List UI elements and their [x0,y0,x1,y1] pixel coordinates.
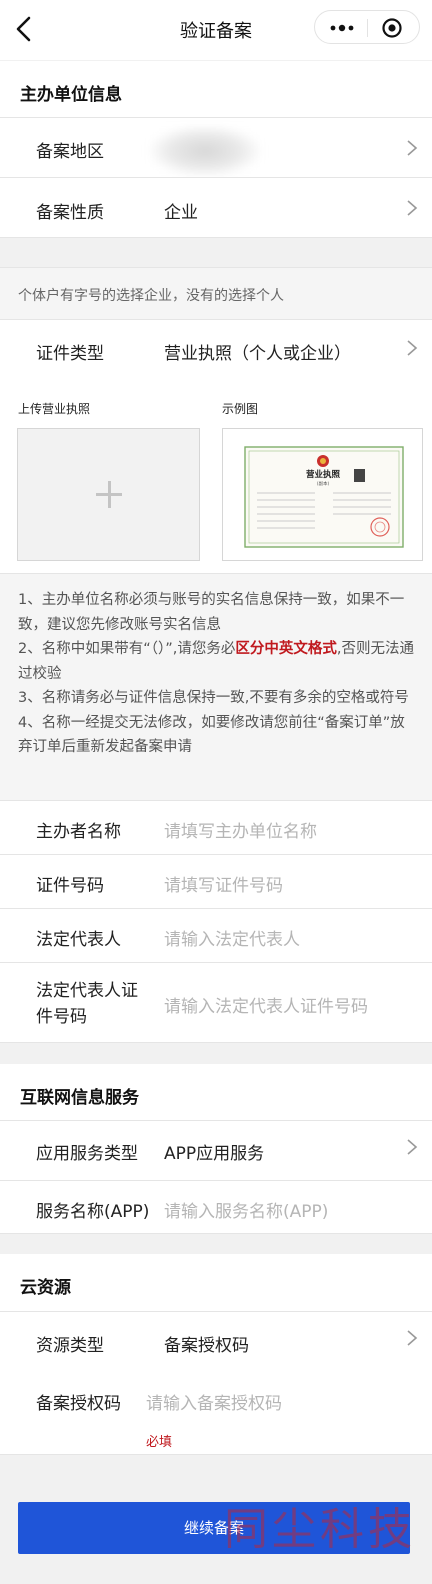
note-2: 2、名称中如果带有“（）”,请您务必区分中英文格式,否则无法通过校验 [18,641,414,682]
nav-bar: 验证备案 [0,0,432,60]
owner-name-label: 主办者名称 [36,822,121,842]
service-name-label: 服务名称(APP) [36,1202,150,1222]
note-1: 1、主办单位名称必须与账号的实名信息保持一致，如果不一致，建议您先修改账号实名信… [18,592,405,633]
cert-number-input[interactable]: 请填写证件号码 [164,871,283,896]
note-4: 4、名称一经提交无法修改，如要修改请您前往“备案订单”放弃订单后重新发起备案申请 [18,714,405,756]
upload-section: 上传营业执照 示例图 营业执照 (副本) [0,380,432,573]
close-miniprogram-icon[interactable] [381,17,403,39]
sample-license-title: 营业执照 [306,469,341,480]
cert-number-row[interactable]: 证件号码 请填写证件号码 [0,854,432,908]
owner-name-row[interactable]: 主办者名称 请填写主办单位名称 [0,800,432,854]
resource-type-label: 资源类型 [36,1336,104,1356]
mini-program-capsule [314,10,420,44]
resource-type-row[interactable]: 资源类型 备案授权码 [0,1311,432,1372]
note-3: 3、名称请务必与证件信息保持一致,不要有多余的空格或符号 [18,690,409,706]
chevron-right-icon [407,340,418,356]
legal-rep-input[interactable]: 请输入法定代表人 [164,925,300,950]
auth-code-row[interactable]: 备案授权码 请输入备案授权码 必填 [0,1372,432,1455]
service-type-row[interactable]: 应用服务类型 APP应用服务 [0,1120,432,1180]
upload-caption: 上传营业执照 [18,402,91,416]
upload-license-box[interactable] [17,428,200,561]
note-2-highlight: 区分中英文格式 [235,641,337,657]
chevron-right-icon [407,1330,418,1346]
blurred-region-value [150,126,260,176]
chevron-right-icon [407,200,418,216]
service-type-label: 应用服务类型 [36,1144,138,1164]
naming-notes: 1、主办单位名称必须与账号的实名信息保持一致，如果不一致，建议您先修改账号实名信… [0,573,432,800]
chevron-right-icon [407,140,418,156]
region-row[interactable]: 备案地区 [0,117,432,177]
cert-number-label: 证件号码 [36,876,104,896]
cloud-section-heading: 云资源 [0,1254,432,1311]
chevron-right-icon [407,1139,418,1155]
nature-value: 企业 [164,203,198,223]
sample-license-image: 营业执照 (副本) [222,428,423,561]
required-tip: 必填 [146,1435,173,1450]
cert-type-label: 证件类型 [36,344,104,364]
legal-rep-id-input[interactable]: 请输入法定代表人证件号码 [164,992,368,1017]
watermark: 同尘科技 [224,1504,416,1555]
service-name-row[interactable]: 服务名称(APP) 请输入服务名称(APP) [0,1180,432,1234]
legal-rep-row[interactable]: 法定代表人 请输入法定代表人 [0,908,432,962]
internet-section-heading: 互联网信息服务 [0,1064,432,1120]
entity-hint: 个体户有字号的选择企业，没有的选择个人 [0,267,432,319]
sample-license-sub: (副本) [317,480,330,487]
owner-name-input[interactable]: 请填写主办单位名称 [164,817,317,842]
legal-rep-id-label: 法定代表人证 件号码 [36,981,138,1027]
nature-label: 备案性质 [36,203,104,223]
sample-caption: 示例图 [222,402,259,416]
cert-type-row[interactable]: 证件类型 营业执照（个人或企业） [0,319,432,380]
service-name-input[interactable]: 请输入服务名称(APP) [164,1197,328,1222]
service-type-value: APP应用服务 [164,1144,265,1164]
legal-rep-id-row[interactable]: 法定代表人证 件号码 请输入法定代表人证件号码 [0,962,432,1043]
capsule-divider [367,19,368,37]
legal-rep-label: 法定代表人 [36,930,121,950]
resource-type-value: 备案授权码 [164,1336,249,1356]
more-icon[interactable] [329,20,355,36]
sponsor-section-heading: 主办单位信息 [0,61,432,117]
auth-code-label: 备案授权码 [36,1394,121,1414]
plus-icon [108,481,111,508]
cert-type-value: 营业执照（个人或企业） [164,344,351,364]
nature-row[interactable]: 备案性质 企业 [0,177,432,238]
auth-code-input[interactable]: 请输入备案授权码 [146,1389,282,1414]
region-label: 备案地区 [36,142,104,162]
